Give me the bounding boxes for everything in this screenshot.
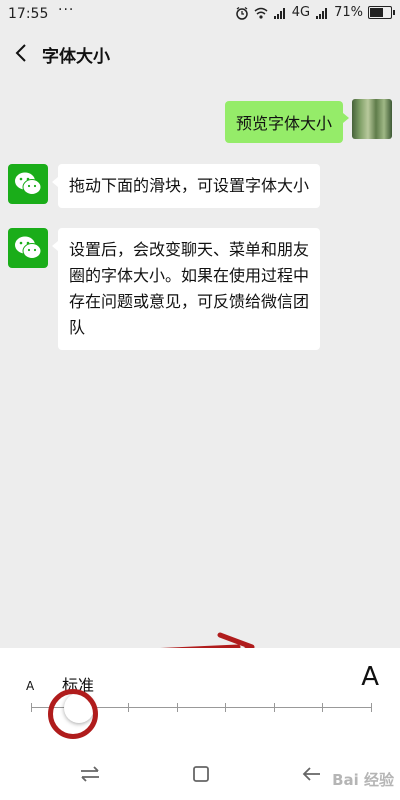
- slider-tick[interactable]: [225, 703, 226, 712]
- incoming-bubble: 设置后，会改变聊天、菜单和朋友 圈的字体大小。如果在使用过程中 存在问题或意见，…: [51, 228, 321, 350]
- wechat-avatar[interactable]: [8, 164, 48, 204]
- watermark: Bai 经验: [332, 771, 394, 789]
- network-type: 4G: [291, 5, 311, 20]
- bubble-line: 圈的字体大小。如果在使用过程中: [69, 266, 310, 285]
- small-font-label: A: [26, 679, 35, 693]
- page-title: 字体大小: [42, 47, 110, 67]
- message-incoming: 拖动下面的滑块，可设置字体大小: [8, 164, 321, 208]
- wechat-logo-icon: [15, 236, 42, 259]
- system-nav-bar: Bai 经验: [0, 748, 400, 800]
- slider-tick[interactable]: [371, 703, 372, 712]
- notification-dots: ···: [58, 2, 75, 18]
- signal-icon-2: [316, 7, 328, 19]
- battery-percent: 71%: [334, 5, 363, 20]
- user-avatar[interactable]: [352, 99, 392, 139]
- signal-icon: [273, 7, 285, 19]
- wifi-icon: [254, 7, 268, 19]
- slider-tick[interactable]: [128, 703, 129, 712]
- wechat-avatar[interactable]: [8, 228, 48, 268]
- status-right: 4G 71%: [235, 5, 395, 20]
- slider-tick[interactable]: [274, 703, 275, 712]
- status-bar: 17:55 ··· 4G 71%: [0, 0, 400, 30]
- slider-tick[interactable]: [322, 703, 323, 712]
- message-incoming: 设置后，会改变聊天、菜单和朋友 圈的字体大小。如果在使用过程中 存在问题或意见，…: [8, 228, 321, 350]
- slider-tick[interactable]: [177, 703, 178, 712]
- outgoing-bubble: 预览字体大小: [224, 101, 350, 143]
- message-outgoing: 预览字体大小: [224, 99, 392, 143]
- back-nav-icon[interactable]: [300, 763, 324, 785]
- alarm-icon: [235, 6, 248, 20]
- slider-tick[interactable]: [31, 703, 32, 712]
- battery-icon: [368, 6, 395, 19]
- large-font-label: A: [361, 662, 379, 692]
- bubble-line: 存在问题或意见，可反馈给微信团: [69, 292, 310, 311]
- switch-icon[interactable]: [78, 763, 102, 785]
- home-icon[interactable]: [189, 763, 213, 785]
- font-size-panel: A 标准 A: [0, 648, 400, 748]
- app-header: 字体大小: [0, 30, 400, 76]
- wechat-logo-icon: [15, 172, 42, 195]
- bubble-line: 队: [69, 318, 86, 337]
- back-icon[interactable]: [10, 41, 34, 65]
- font-size-slider-knob[interactable]: [64, 693, 94, 723]
- incoming-bubble: 拖动下面的滑块，可设置字体大小: [51, 164, 321, 208]
- status-time: 17:55: [8, 6, 49, 22]
- bubble-line: 设置后，会改变聊天、菜单和朋友: [69, 240, 310, 259]
